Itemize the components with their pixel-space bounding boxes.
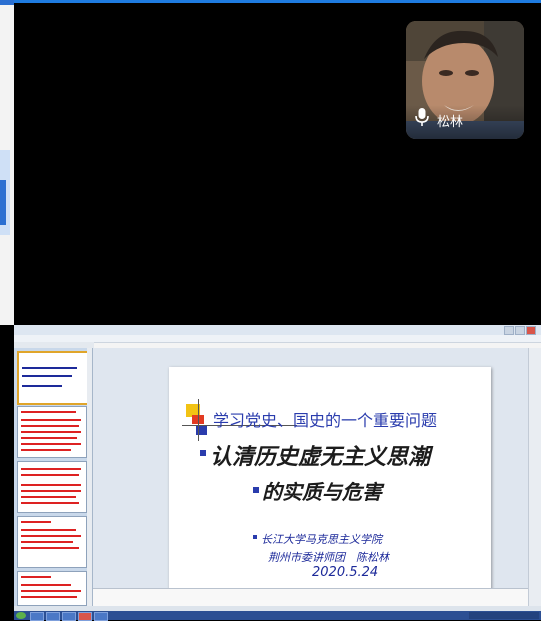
selection-bar — [0, 180, 6, 225]
slide-edit-area: 学习党史、国史的一个重要问题 认清历史虚无主义思潮 的实质与危害 长江大学马克思… — [93, 348, 528, 607]
slide-scrollbar[interactable] — [528, 348, 541, 606]
background-window-strip — [0, 0, 15, 325]
bullet-square-icon — [200, 450, 206, 456]
close-icon[interactable] — [526, 326, 536, 335]
microphone-icon[interactable] — [414, 107, 430, 131]
slide-thumbnail-pane — [14, 348, 93, 606]
slide-thumbnail-5[interactable] — [17, 571, 87, 606]
windows-taskbar — [14, 611, 541, 621]
window-title-accent — [0, 0, 14, 5]
slide-thumbnail-2[interactable] — [17, 406, 87, 458]
minimize-icon[interactable] — [504, 326, 514, 335]
bullet-square-icon — [253, 487, 259, 493]
slide-heading: 学习党史、国史的一个重要问题 — [213, 411, 438, 430]
slide-thumbnail-4[interactable] — [17, 516, 87, 568]
slide-thumbnail-1[interactable] — [17, 351, 89, 405]
slide-speaker: 荆州市委讲师团 陈松林 — [268, 551, 389, 564]
participant-name: 松林 — [437, 115, 464, 130]
slide-thumbnail-3[interactable] — [17, 461, 87, 513]
shared-screen-powerpoint: 学习党史、国史的一个重要问题 认清历史虚无主义思潮 的实质与危害 长江大学马克思… — [14, 325, 541, 621]
system-tray — [469, 612, 539, 619]
slide-title-line-1: 认清历史虚无主义思潮 — [210, 444, 431, 470]
decor-vertical-line — [198, 399, 199, 441]
start-button[interactable] — [16, 612, 26, 619]
current-slide: 学习党史、国史的一个重要问题 认清历史虚无主义思潮 的实质与危害 长江大学马克思… — [169, 367, 491, 607]
slide-institution: 长江大学马克思主义学院 — [261, 533, 382, 546]
thumbnail-scrollbar[interactable] — [87, 348, 92, 606]
slide-date: 2020.5.24 — [312, 565, 379, 580]
speaker-notes-pane[interactable] — [93, 588, 528, 607]
bullet-square-icon — [253, 535, 257, 539]
participant-video-tile[interactable]: 松林 — [406, 21, 524, 139]
slide-title-line-2: 的实质与危害 — [262, 480, 382, 504]
maximize-icon[interactable] — [515, 326, 525, 335]
